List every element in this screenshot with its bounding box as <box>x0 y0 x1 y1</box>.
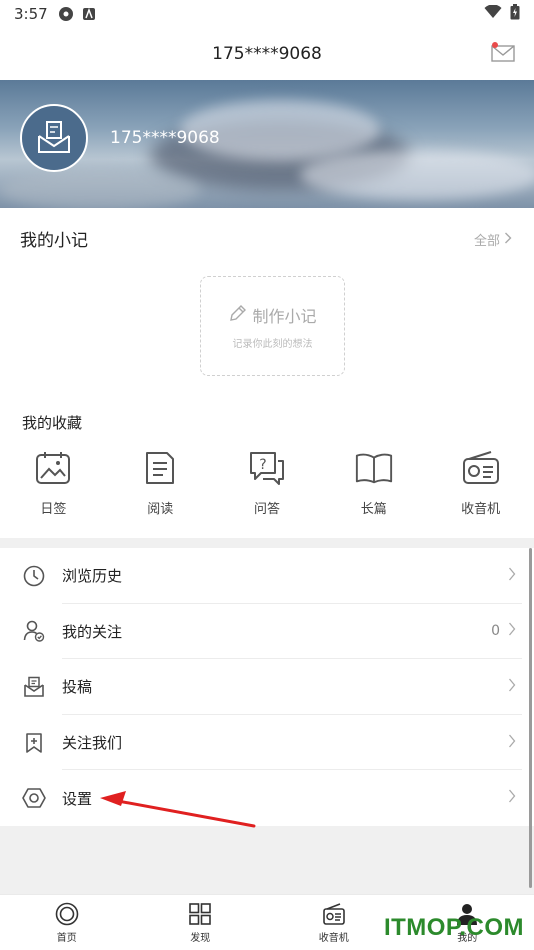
menu-item-label: 浏览历史 <box>62 567 123 586</box>
menu-item-label: 设置 <box>62 789 93 808</box>
notes-all-link[interactable]: 全部 <box>474 230 512 249</box>
status-bar: 3:57 <box>0 0 534 28</box>
make-note-button[interactable]: 制作小记 记录你此刻的想法 <box>200 276 345 376</box>
app-notification-icon <box>82 7 96 21</box>
favorite-qa[interactable]: ? 问答 <box>214 448 321 518</box>
page-title: 175****9068 <box>212 44 322 64</box>
top-header: 175****9068 <box>0 28 534 80</box>
chevron-right-icon <box>508 678 516 696</box>
menu-item-settings[interactable]: 设置 <box>0 770 534 826</box>
tab-label: 发现 <box>190 932 211 944</box>
wifi-icon <box>484 4 502 23</box>
menu-item-label: 我的关注 <box>62 622 123 641</box>
favorite-label: 日签 <box>40 502 67 517</box>
make-note-hint: 记录你此刻的想法 <box>232 338 313 350</box>
user-follow-icon <box>22 619 46 643</box>
avatar[interactable] <box>20 104 88 172</box>
bookmark-plus-icon <box>22 731 46 755</box>
tab-label: 首页 <box>56 932 77 944</box>
menu-item-submit[interactable]: 投稿 <box>0 659 534 715</box>
vpn-icon <box>58 6 74 22</box>
favorite-radio[interactable]: 收音机 <box>427 448 534 518</box>
watermark: ITMOP.COM <box>383 914 524 941</box>
submit-box-icon <box>22 675 46 699</box>
favorite-label: 阅读 <box>147 502 174 517</box>
menu-item-history[interactable]: 浏览历史 <box>0 548 534 604</box>
favorite-long-read[interactable]: 长篇 <box>320 448 427 518</box>
chevron-right-icon <box>504 232 512 248</box>
section-divider <box>0 538 534 548</box>
following-count: 0 <box>491 623 500 640</box>
menu-item-label: 投稿 <box>62 678 93 697</box>
clock-icon <box>22 564 46 588</box>
scrollbar[interactable] <box>529 548 532 888</box>
calendar-image-icon <box>33 448 73 488</box>
tab-home[interactable]: 首页 <box>0 895 134 950</box>
radio-icon <box>322 902 346 926</box>
favorite-label: 收音机 <box>461 502 501 517</box>
notes-title: 我的小记 <box>20 231 88 251</box>
status-time: 3:57 <box>14 5 48 23</box>
question-chat-icon: ? <box>247 448 287 488</box>
settings-menu: 浏览历史 我的关注 0 投稿 关注我们 设置 <box>0 548 534 826</box>
home-circle-icon <box>55 902 79 926</box>
profile-banner: 175****9068 <box>0 80 534 208</box>
document-icon <box>140 448 180 488</box>
battery-icon <box>510 4 520 24</box>
tab-discover[interactable]: 发现 <box>134 895 268 950</box>
tab-label: 收音机 <box>318 932 349 944</box>
radio-icon <box>461 448 501 488</box>
chevron-right-icon <box>508 734 516 752</box>
svg-text:?: ? <box>259 457 266 473</box>
favorite-daily-sign[interactable]: 日签 <box>0 448 107 518</box>
chevron-right-icon <box>508 567 516 585</box>
menu-item-following[interactable]: 我的关注 0 <box>0 604 534 660</box>
grid-icon <box>188 902 212 926</box>
pencil-icon <box>228 303 248 327</box>
chevron-right-icon <box>508 789 516 807</box>
empty-area <box>0 826 534 894</box>
chevron-right-icon <box>508 622 516 640</box>
book-icon <box>354 448 394 488</box>
menu-item-label: 关注我们 <box>62 734 123 753</box>
hexagon-settings-icon <box>22 786 46 810</box>
notes-all-label: 全部 <box>473 234 500 249</box>
favorites-title: 我的收藏 <box>22 414 83 432</box>
tab-radio[interactable]: 收音机 <box>267 895 401 950</box>
profile-username[interactable]: 175****9068 <box>110 128 220 148</box>
menu-item-follow-us[interactable]: 关注我们 <box>0 715 534 771</box>
favorites-grid: 日签 阅读 ? 问答 长篇 收音机 <box>0 448 534 518</box>
favorite-reading[interactable]: 阅读 <box>107 448 214 518</box>
mail-icon[interactable] <box>490 40 516 66</box>
make-note-label: 制作小记 <box>252 306 317 326</box>
favorite-label: 长篇 <box>360 502 387 517</box>
favorite-label: 问答 <box>253 502 280 517</box>
notes-section: 我的小记 全部 制作小记 记录你此刻的想法 我的收藏 日签 阅读 ? 问答 长篇… <box>0 208 534 538</box>
